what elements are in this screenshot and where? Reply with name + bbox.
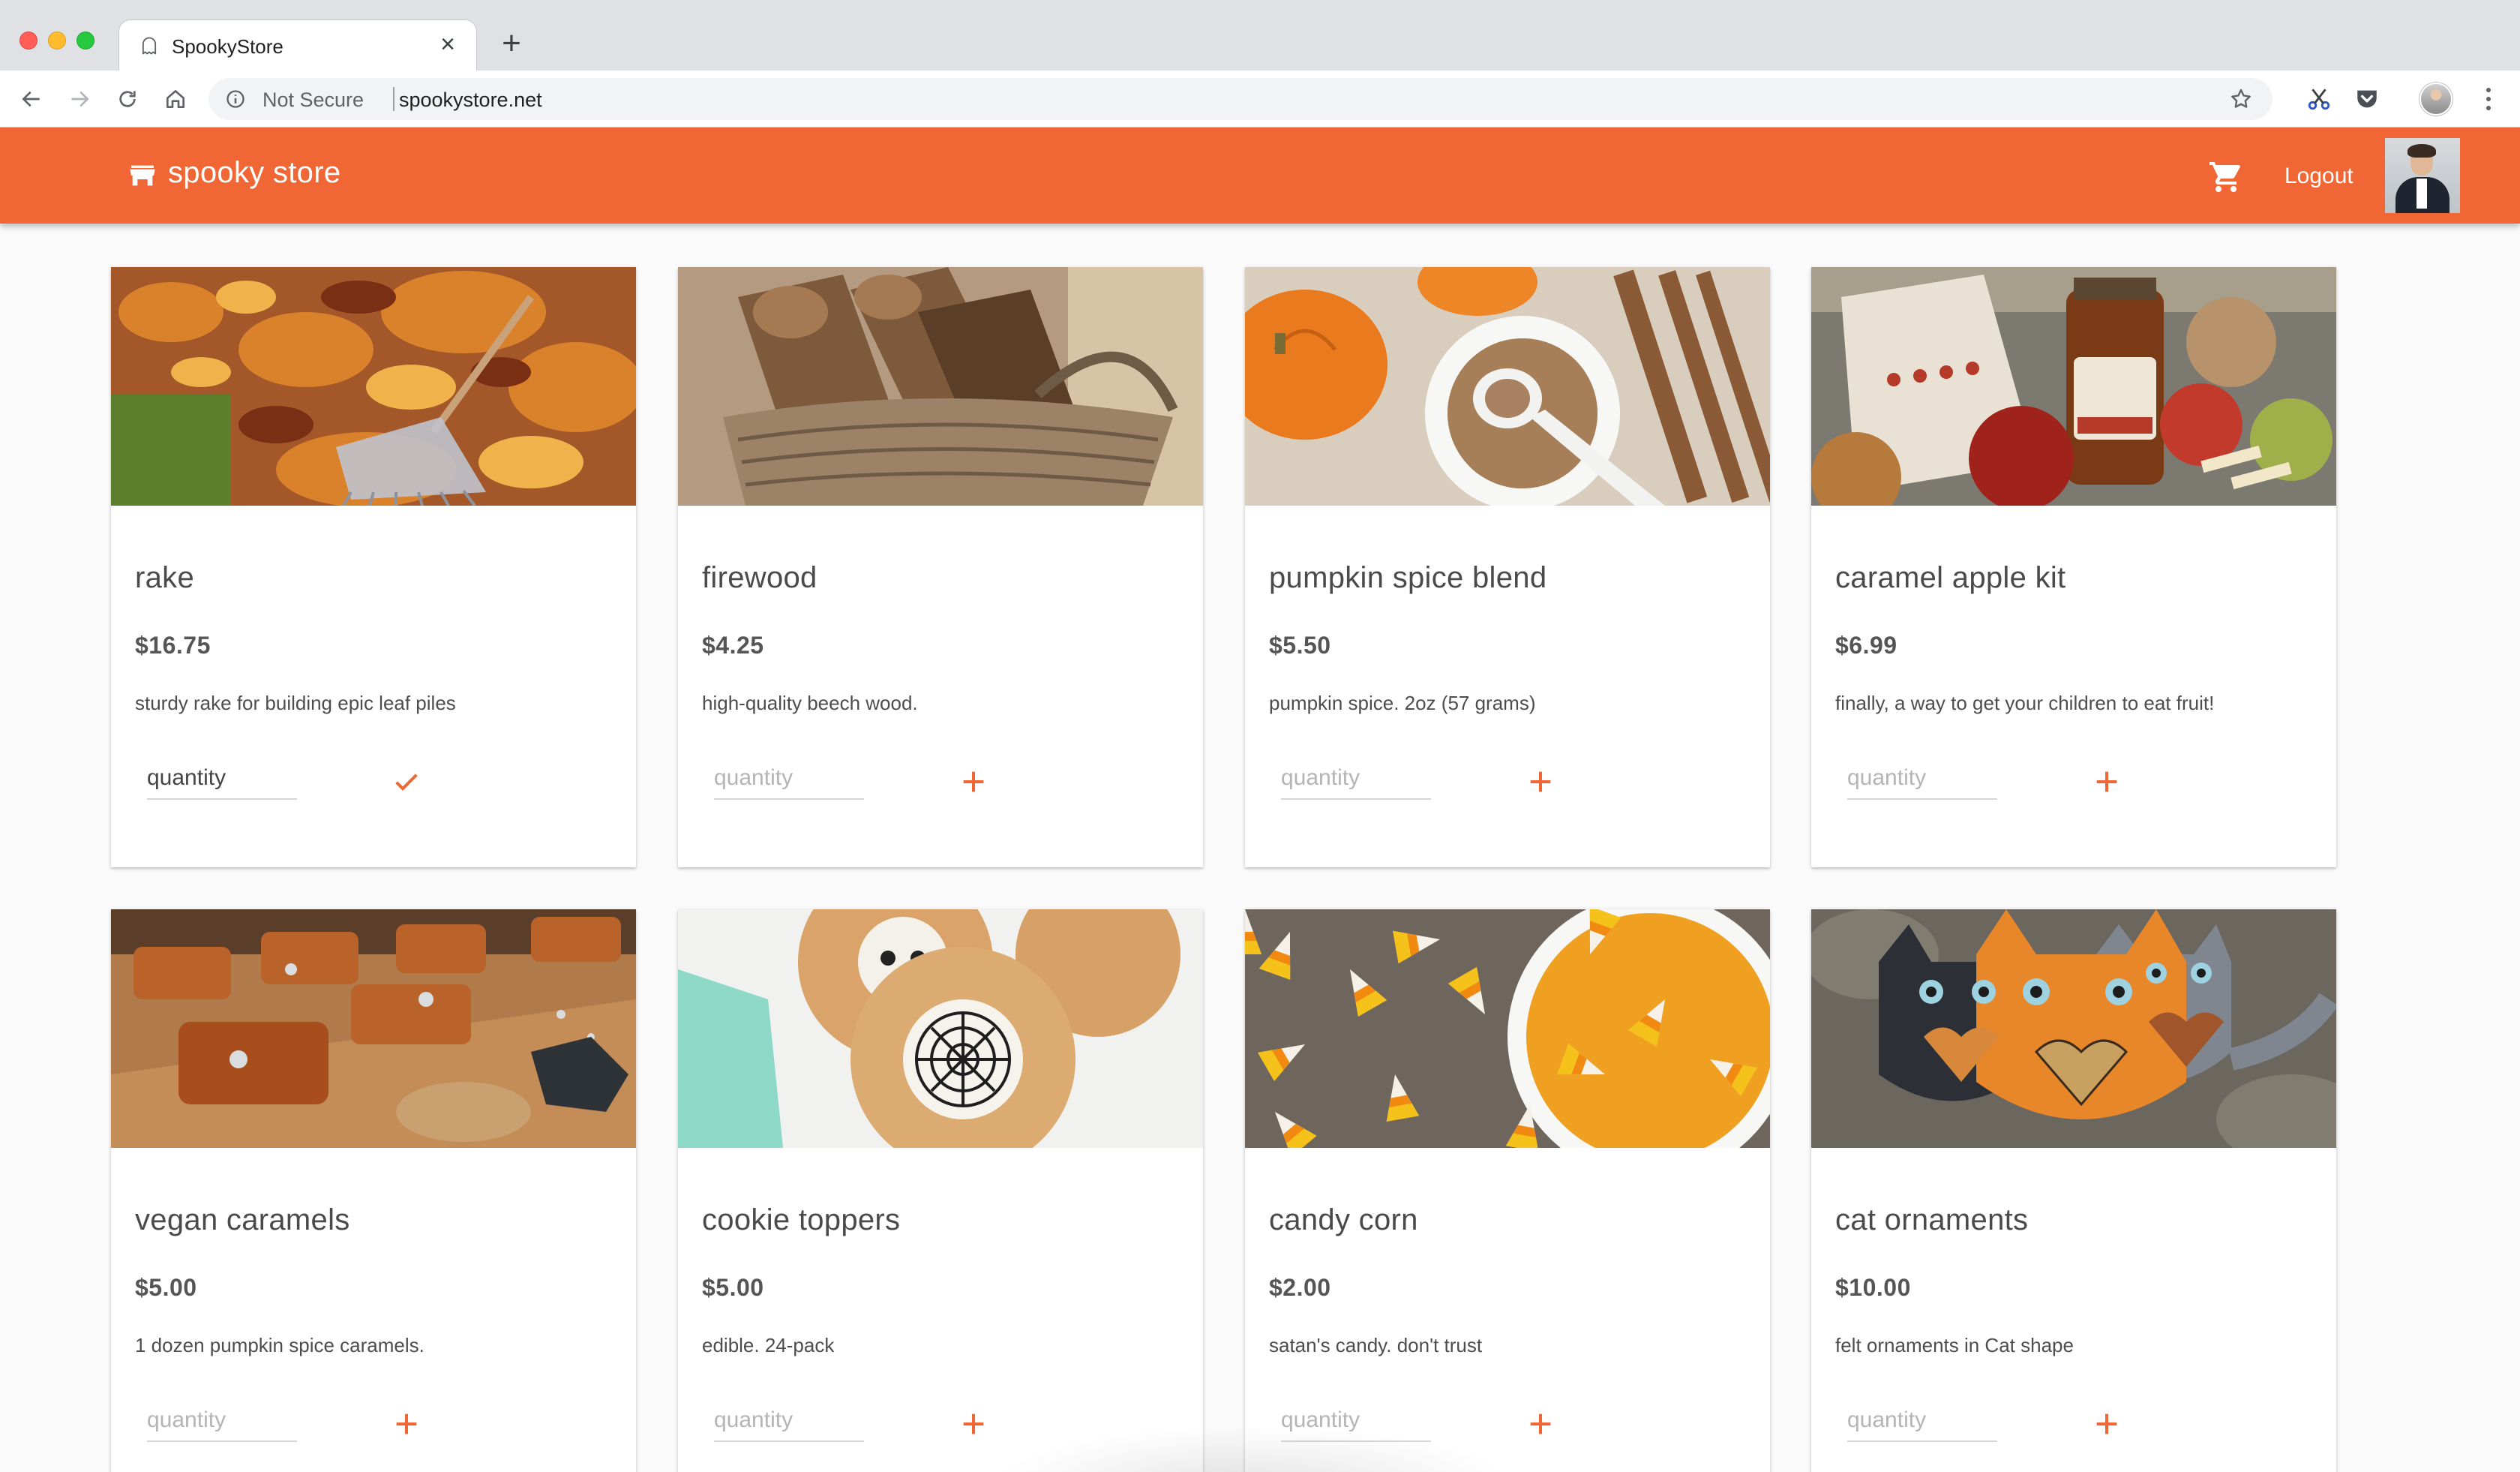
product-image-rake xyxy=(111,267,636,506)
app-header: spooky store Logout xyxy=(0,128,2520,224)
quantity-input[interactable] xyxy=(147,764,297,800)
user-avatar[interactable] xyxy=(2385,138,2460,213)
browser-menu-icon[interactable] xyxy=(2475,83,2502,116)
plus-icon xyxy=(1530,771,1551,792)
reload-icon[interactable] xyxy=(111,83,144,116)
add-to-cart-button[interactable] xyxy=(2083,1400,2131,1448)
minimize-window-button[interactable] xyxy=(48,32,66,50)
add-to-cart-button[interactable] xyxy=(1516,1400,1564,1448)
plus-icon xyxy=(1530,1413,1551,1434)
add-to-cart-button[interactable] xyxy=(1516,758,1564,806)
close-window-button[interactable] xyxy=(20,32,38,50)
new-tab-button[interactable]: + xyxy=(495,27,528,60)
address-bar[interactable]: Not Secure spookystore.net xyxy=(208,78,2272,120)
scroll-shadow xyxy=(990,1425,1515,1472)
tab-title: SpookyStore xyxy=(172,35,284,58)
product-image-firewood xyxy=(678,267,1203,506)
home-icon[interactable] xyxy=(159,83,192,116)
scissors-icon[interactable] xyxy=(2302,83,2336,116)
product-image-vegan-caramels xyxy=(111,909,636,1148)
quantity-input[interactable] xyxy=(1847,764,1997,800)
product-title: rake xyxy=(135,561,195,594)
pocket-icon[interactable] xyxy=(2350,83,2384,116)
product-title: candy corn xyxy=(1269,1203,1418,1236)
product-image-pumpkin-spice-blend xyxy=(1245,267,1770,506)
info-icon[interactable] xyxy=(225,89,246,110)
browser-toolbar: Not Secure spookystore.net xyxy=(0,71,2520,128)
added-to-cart-button[interactable] xyxy=(382,758,430,806)
browser-tab[interactable]: SpookyStore × xyxy=(118,20,477,71)
product-price: $5.00 xyxy=(702,1274,764,1301)
product-image-caramel-apple-kit xyxy=(1811,267,2336,506)
product-description: 1 dozen pumpkin spice caramels. xyxy=(135,1334,424,1356)
back-arrow-icon[interactable] xyxy=(15,83,48,116)
forward-arrow-icon[interactable] xyxy=(63,83,96,116)
product-title: firewood xyxy=(702,561,818,594)
tab-close-icon[interactable]: × xyxy=(433,29,463,59)
product-price: $6.99 xyxy=(1835,632,1898,659)
plus-icon xyxy=(963,1413,984,1434)
logout-button[interactable]: Logout xyxy=(2284,164,2354,189)
product-title: cat ornaments xyxy=(1835,1203,2029,1236)
brand-title[interactable]: spooky store xyxy=(168,156,340,190)
product-card-firewood: firewood $4.25 high-quality beech wood. xyxy=(678,267,1203,867)
product-title: caramel apple kit xyxy=(1835,561,2066,594)
product-description: finally, a way to get your children to e… xyxy=(1835,692,2215,714)
quantity-input[interactable] xyxy=(1847,1406,1997,1442)
product-price: $4.25 xyxy=(702,632,764,659)
browser-profile-avatar[interactable] xyxy=(2420,83,2452,116)
product-title: vegan caramels xyxy=(135,1203,350,1236)
store-icon xyxy=(130,165,155,186)
check-icon xyxy=(395,774,418,791)
browser-tab-strip: SpookyStore × + xyxy=(0,0,2520,71)
product-description: satan's candy. don't trust xyxy=(1269,1334,1483,1356)
product-card-pumpkin-spice-blend: pumpkin spice blend $5.50 pumpkin spice.… xyxy=(1245,267,1770,867)
product-card-rake: rake $16.75 sturdy rake for building epi… xyxy=(111,267,636,867)
product-image-cat-ornaments xyxy=(1811,909,2336,1148)
url-text[interactable]: spookystore.net xyxy=(399,89,542,112)
product-card-cookie-toppers: cookie toppers $5.00 edible. 24-pack xyxy=(678,909,1203,1472)
address-separator xyxy=(393,87,394,111)
quantity-input[interactable] xyxy=(147,1406,297,1442)
product-description: high-quality beech wood. xyxy=(702,692,918,714)
shopping-cart-icon[interactable] xyxy=(2208,159,2244,195)
quantity-input[interactable] xyxy=(714,1406,864,1442)
product-image-cookie-toppers xyxy=(678,909,1203,1148)
product-title: cookie toppers xyxy=(702,1203,901,1236)
product-description: felt ornaments in Cat shape xyxy=(1835,1334,2074,1356)
maximize-window-button[interactable] xyxy=(76,32,94,50)
plus-icon xyxy=(963,771,984,792)
add-to-cart-button[interactable] xyxy=(382,1400,430,1448)
product-price: $16.75 xyxy=(135,632,211,659)
product-card-caramel-apple-kit: caramel apple kit $6.99 finally, a way t… xyxy=(1811,267,2336,867)
plus-icon xyxy=(2096,771,2117,792)
plus-icon xyxy=(2096,1413,2117,1434)
security-label: Not Secure xyxy=(262,89,364,111)
product-card-vegan-caramels: vegan caramels $5.00 1 dozen pumpkin spi… xyxy=(111,909,636,1472)
product-price: $2.00 xyxy=(1269,1274,1331,1301)
product-description: edible. 24-pack xyxy=(702,1334,835,1356)
product-image-candy-corn xyxy=(1245,909,1770,1148)
bookmark-star-icon[interactable] xyxy=(2229,87,2253,111)
add-to-cart-button[interactable] xyxy=(950,758,998,806)
product-price: $5.00 xyxy=(135,1274,197,1301)
product-price: $5.50 xyxy=(1269,632,1331,659)
plus-icon xyxy=(396,1413,417,1434)
product-card-candy-corn: candy corn $2.00 satan's candy. don't tr… xyxy=(1245,909,1770,1472)
ghost-icon xyxy=(142,37,157,55)
product-price: $10.00 xyxy=(1835,1274,1911,1301)
product-title: pumpkin spice blend xyxy=(1269,561,1547,594)
product-description: pumpkin spice. 2oz (57 grams) xyxy=(1269,692,1536,714)
product-card-cat-ornaments: cat ornaments $10.00 felt ornaments in C… xyxy=(1811,909,2336,1472)
add-to-cart-button[interactable] xyxy=(2083,758,2131,806)
quantity-input[interactable] xyxy=(1281,764,1431,800)
quantity-input[interactable] xyxy=(714,764,864,800)
product-description: sturdy rake for building epic leaf piles xyxy=(135,692,456,714)
